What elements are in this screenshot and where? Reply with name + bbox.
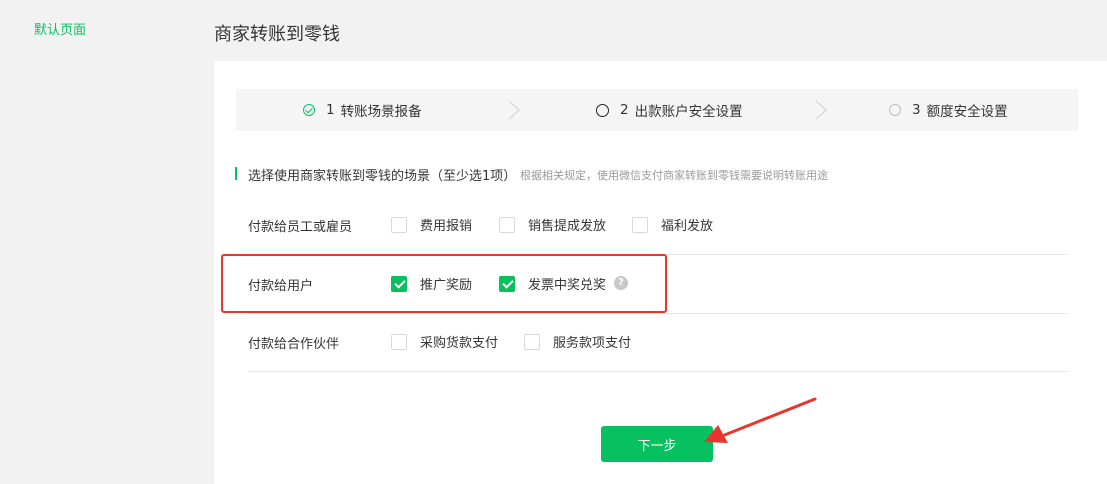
checkbox-box[interactable] [524,333,540,350]
checkbox-box[interactable] [499,216,515,233]
step-3-number: 3 [912,102,921,118]
checkbox-label: 采购货款支付 [420,336,499,351]
row-divider [248,371,1067,372]
highlight-annotation-box [221,254,667,313]
checkbox-sales-commission[interactable]: 销售提成发放 [499,215,606,234]
step-2-label: 出款账户安全设置 [634,104,743,120]
row-label-partners: 付款给合作伙伴 [248,337,340,352]
section-accent-bar [235,167,237,180]
checkbox-welfare[interactable]: 福利发放 [632,215,713,234]
step-3: 3 额度安全设置 [889,89,1008,131]
step-2: 2 出款账户安全设置 [596,89,743,131]
step-1: 1 转账场景报备 [303,89,422,131]
step-2-number: 2 [620,102,629,118]
sidebar: 默认页面 [0,0,190,484]
step-1-number: 1 [326,102,335,118]
checkbox-box[interactable] [391,216,407,233]
checkbox-label: 销售提成发放 [528,219,607,234]
section-note: 根据相关规定，使用微信支付商家转账到零钱需要说明转账用途 [520,169,828,182]
sidebar-item-default-page[interactable]: 默认页面 [34,19,86,38]
checkbox-service-payment[interactable]: 服务款项支付 [524,332,631,351]
checkbox-expense-reimbursement[interactable]: 费用报销 [391,215,472,234]
step-3-label: 额度安全设置 [926,104,1008,120]
circle-icon [889,104,901,116]
chevron-right-icon [815,100,827,120]
section-title: 选择使用商家转账到零钱的场景（至少选1项） [248,169,517,184]
step-indicator: 1 转账场景报备 2 出款账户安全设置 3 额度安全设置 [236,89,1078,131]
row-divider [248,313,1067,314]
page-title: 商家转账到零钱 [214,24,340,45]
checkbox-label: 福利发放 [661,219,714,234]
checkbox-box[interactable] [391,333,407,350]
step-1-label: 转账场景报备 [340,104,422,120]
checkbox-label: 服务款项支付 [553,336,632,351]
annotation-arrow-icon [704,397,817,443]
next-step-button[interactable]: 下一步 [601,426,713,462]
checkbox-procurement-payment[interactable]: 采购货款支付 [391,332,498,351]
checkbox-box[interactable] [632,216,648,233]
chevron-right-icon [508,100,520,120]
circle-icon [596,103,609,117]
check-circle-icon [303,104,315,116]
checkbox-label: 费用报销 [420,219,473,234]
row-label-employees: 付款给员工或雇员 [248,220,353,235]
